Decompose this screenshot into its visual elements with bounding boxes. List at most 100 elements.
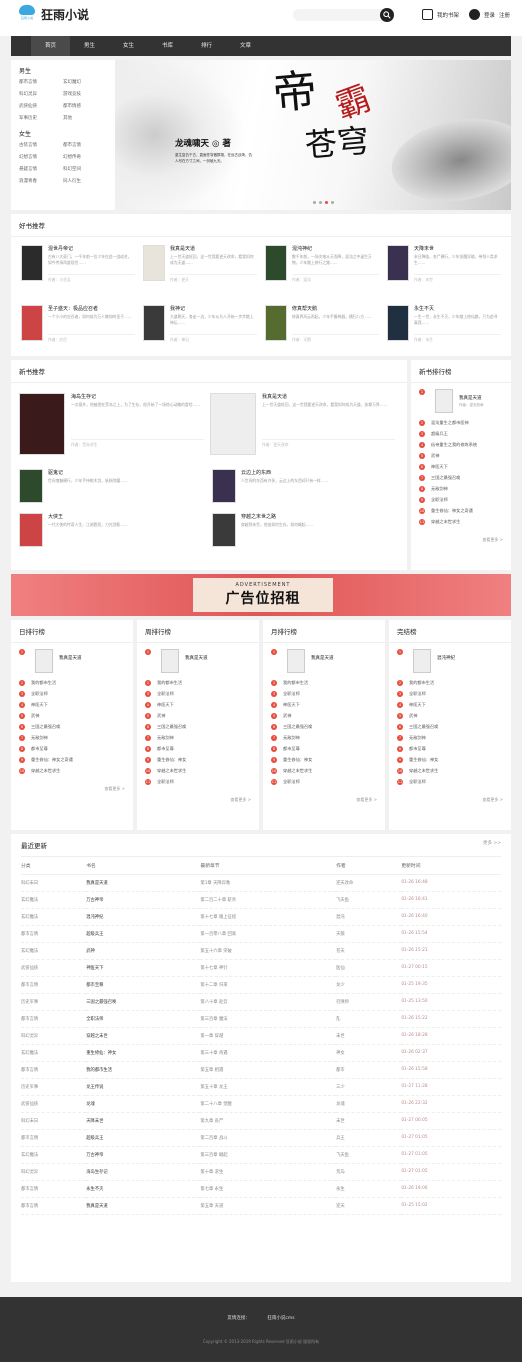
- rank-book-name[interactable]: 神医天下: [409, 702, 426, 708]
- row-latest-chapter[interactable]: 第一章 穿越: [200, 1027, 337, 1045]
- rank-book-name[interactable]: 重生修仙：神女之奇遇: [31, 757, 73, 763]
- rank-item[interactable]: 5 武神: [19, 710, 125, 721]
- rank-item[interactable]: 11 穿越之末世求生: [419, 516, 503, 527]
- rank-item[interactable]: 9 全职法师: [419, 494, 503, 505]
- rank-book-name[interactable]: 都市至尊: [283, 746, 300, 752]
- row-latest-chapter[interactable]: 第二百章 战斗: [200, 1129, 337, 1147]
- row-book-name[interactable]: 混沌神纪: [86, 908, 201, 926]
- rank-book-name[interactable]: 神医天下: [283, 702, 300, 708]
- rank-book-name[interactable]: 全职法师: [431, 497, 448, 503]
- row-latest-chapter[interactable]: 第一百零八章 回家: [200, 925, 337, 943]
- book-name[interactable]: 混世丹帝记: [48, 245, 135, 252]
- rank-item[interactable]: 9 重生修仙：神女: [397, 754, 503, 765]
- rank-book-name[interactable]: 全职法师: [31, 691, 48, 697]
- category-link[interactable]: 都市言情: [63, 141, 107, 150]
- carousel-dot[interactable]: [313, 201, 316, 204]
- rank-book-name[interactable]: 都市至尊: [157, 746, 174, 752]
- nav-3[interactable]: 书库: [148, 36, 187, 56]
- rank-book-name[interactable]: 我真是天道: [59, 655, 82, 661]
- login-link[interactable]: 登录: [484, 11, 495, 19]
- category-link[interactable]: 科幻灵异: [19, 90, 63, 99]
- carousel-dot-active[interactable]: [325, 201, 328, 204]
- row-book-name[interactable]: 超级兵王: [86, 1129, 201, 1147]
- category-link[interactable]: 幻想传奇: [63, 153, 107, 162]
- row-book-name[interactable]: 我的都市生活: [86, 1061, 201, 1079]
- rank-item[interactable]: 4 神医天下: [145, 699, 251, 710]
- rank-book-name[interactable]: 我的都市生活: [157, 680, 182, 686]
- book-name[interactable]: 我真是天道: [170, 245, 257, 252]
- rank-book-name[interactable]: 重生修仙：神女之奇遇: [431, 508, 473, 514]
- category-link[interactable]: 游戏竞技: [63, 90, 107, 99]
- category-link[interactable]: 武侠仙侠: [19, 102, 63, 111]
- rank-item[interactable]: 10 穿越之末世求生: [271, 765, 377, 776]
- book-cover[interactable]: [265, 305, 287, 341]
- good-book-item[interactable]: 我真是天道 上一世天道轮回，这一世我要逆天改命，看我如何成为天道…… 作者：逆天: [143, 245, 257, 289]
- rank-item[interactable]: 6 三国之最强召唤: [19, 721, 125, 732]
- row-latest-chapter[interactable]: 第二十八章 觉醒: [200, 1095, 337, 1113]
- book-name[interactable]: 云边上的东西: [241, 469, 399, 476]
- new-rank-more-link[interactable]: 查看更多 >: [411, 533, 511, 547]
- row-book-name[interactable]: 三国之最强召唤: [86, 993, 201, 1011]
- rank-book-name[interactable]: 我真是天道: [311, 655, 334, 661]
- rank-more-link[interactable]: 查看更多 >: [11, 782, 133, 796]
- carousel-dot[interactable]: [319, 201, 322, 204]
- rank-book-name[interactable]: 重生修仙：神女: [409, 757, 438, 763]
- rank-book-name[interactable]: 武神: [409, 713, 417, 719]
- book-cover[interactable]: [161, 649, 179, 673]
- new-book-item[interactable]: 驱鬼记 世间鬼魅横行，少年手持桃木剑，斩妖除魔……: [19, 469, 206, 503]
- nav-5[interactable]: 文章: [226, 36, 265, 56]
- nav-2[interactable]: 女生: [109, 36, 148, 56]
- row-latest-chapter[interactable]: 第二百二十章 斩杀: [200, 891, 337, 909]
- book-cover[interactable]: [435, 389, 453, 413]
- row-book-name[interactable]: 龙魂: [86, 1095, 201, 1113]
- rank-more-link[interactable]: 查看更多 >: [263, 793, 385, 807]
- rank-item[interactable]: 6 三国之最强召唤: [397, 721, 503, 732]
- category-link[interactable]: 科幻空间: [63, 165, 107, 174]
- rank-more-link[interactable]: 查看更多 >: [137, 793, 259, 807]
- rank-item[interactable]: 2 我的都市生活: [397, 677, 503, 688]
- rank-item[interactable]: 2 我的都市生活: [271, 677, 377, 688]
- category-link[interactable]: 都市言情: [19, 78, 63, 87]
- rank-item[interactable]: 2 我的都市生活: [145, 677, 251, 688]
- rank-item[interactable]: 2 混沌重生之都市医神: [419, 417, 503, 428]
- rank-book-name[interactable]: 混沌重生之都市医神: [431, 420, 469, 426]
- row-latest-chapter[interactable]: 第十章 求生: [200, 1163, 337, 1181]
- rank-item[interactable]: 9 重生修仙：神女: [145, 754, 251, 765]
- rank-item[interactable]: 11 全职法师: [397, 776, 503, 787]
- rank-item[interactable]: 6 三国之最强召唤: [271, 721, 377, 732]
- rank-book-name[interactable]: 神医天下: [431, 464, 448, 470]
- nav-0[interactable]: 首页: [31, 36, 70, 56]
- rank-item-first[interactable]: 1 我真是天道: [19, 649, 125, 677]
- rank-item[interactable]: 9 重生修仙：神女: [271, 754, 377, 765]
- book-cover[interactable]: [19, 513, 43, 547]
- rank-book-name[interactable]: 三国之最强召唤: [431, 475, 460, 481]
- rank-book-name[interactable]: 我真是天道: [185, 655, 208, 661]
- good-book-item[interactable]: 我神记 大道朝天，各走一边，少年从凡人开始一步步踏上神坛…… 作者：神记: [143, 305, 257, 349]
- rank-book-name[interactable]: 三国之最强召唤: [283, 724, 312, 730]
- rank-item[interactable]: 10 穿越之末世求生: [145, 765, 251, 776]
- row-latest-chapter[interactable]: 第三十章 奇遇: [200, 1044, 337, 1062]
- rank-item-first[interactable]: 1 我真是天道 作者：逆天改命: [419, 389, 503, 417]
- rank-book-name[interactable]: 武神: [31, 713, 39, 719]
- row-latest-chapter[interactable]: 第五章 天道: [200, 1197, 337, 1215]
- nav-1[interactable]: 男生: [70, 36, 109, 56]
- rank-item[interactable]: 7 无敌剑神: [397, 732, 503, 743]
- rank-book-name[interactable]: 超级兵王: [431, 431, 448, 437]
- book-name[interactable]: 天降末世: [414, 245, 501, 252]
- rank-item[interactable]: 4 神医天下: [19, 699, 125, 710]
- row-book-name[interactable]: 永生不灭: [86, 1180, 201, 1198]
- book-name[interactable]: 混沌神纪: [292, 245, 379, 252]
- rank-book-name[interactable]: 三国之最强召唤: [157, 724, 186, 730]
- register-link[interactable]: 注册: [499, 11, 510, 19]
- book-name[interactable]: 永生不灭: [414, 305, 501, 312]
- search-button[interactable]: [380, 8, 394, 22]
- rank-item[interactable]: 3 全职法师: [19, 688, 125, 699]
- rank-book-name[interactable]: 无敌剑神: [283, 735, 300, 741]
- rank-book-name[interactable]: 全职法师: [283, 779, 300, 785]
- book-name[interactable]: 我真是天道: [262, 393, 395, 400]
- rank-item[interactable]: 5 武神: [145, 710, 251, 721]
- rank-book-name[interactable]: 穿越之末世求生: [431, 519, 460, 525]
- rank-book-name[interactable]: 穿越之末世求生: [157, 768, 186, 774]
- row-latest-chapter[interactable]: 第1章 天降异象: [200, 874, 337, 892]
- book-cover[interactable]: [35, 649, 53, 673]
